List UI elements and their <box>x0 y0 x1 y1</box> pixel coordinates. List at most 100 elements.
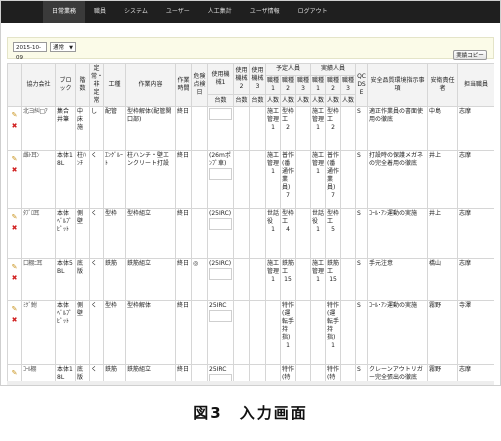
edit-icon[interactable]: ✎ <box>9 155 20 163</box>
actual-job3-cell[interactable] <box>340 300 357 365</box>
planned-job2-cell[interactable]: 型枠工 4 <box>280 208 296 259</box>
actual-job1-cell[interactable]: 施工管理 1 <box>310 150 327 209</box>
actual-job1-cell[interactable]: 施工管理 1 <box>310 106 327 151</box>
row-actions: ✎✖ <box>7 300 22 365</box>
machine1-text: (26mポﾝﾌﾟ車) <box>209 152 231 167</box>
nav-tab-labor[interactable]: 人工集計 <box>199 1 241 23</box>
machine3-cell[interactable] <box>249 150 266 209</box>
planned-job3-cell[interactable] <box>294 208 312 259</box>
planned-job3-cell[interactable] <box>294 150 312 209</box>
safety-cell: 適正作業員の書面使用の徹底 <box>367 106 429 151</box>
planned-job1-cell-job: 施工管理 <box>267 260 280 275</box>
actual-job3-cell[interactable] <box>340 150 357 209</box>
edit-icon[interactable]: ✎ <box>9 305 20 313</box>
machine3-cell[interactable] <box>249 300 266 365</box>
planned-job2-cell[interactable]: 型枠工 2 <box>280 106 296 151</box>
manager-cell-text: 霧野 <box>429 302 442 309</box>
work-time-cell: 終日 <box>175 106 192 151</box>
edit-icon[interactable]: ✎ <box>9 111 20 119</box>
work-type-cell: ｴﾝｸﾞﾙｰﾄ <box>103 150 126 209</box>
work-type-cell-text: 鉄筋 <box>105 260 118 267</box>
actual-job2-cell[interactable]: 普作(番通作業員) 7 <box>325 150 342 209</box>
machine2-cell[interactable] <box>233 208 250 259</box>
mode-select[interactable]: 通常 ▼ <box>50 42 76 52</box>
nav-tab-daily[interactable]: 日常業務 <box>43 1 86 23</box>
actual-job2-cell[interactable]: 型枠工 5 <box>325 208 342 259</box>
nav-tab-userinfo[interactable]: ユーザ情報 <box>241 1 289 23</box>
edit-icon[interactable]: ✎ <box>9 263 20 271</box>
date-field[interactable]: 2015-10-09 <box>13 42 47 61</box>
edit-icon[interactable]: ✎ <box>9 369 20 377</box>
block-cell: 本体ﾍﾞﾙﾌﾟﾋﾟｯﾄ <box>55 208 76 259</box>
nav-tab-staff[interactable]: 職員 <box>85 1 115 23</box>
actual-job2-cell[interactable]: 特作(運転手持指) 1 <box>325 300 342 365</box>
edit-icon[interactable]: ✎ <box>9 213 20 221</box>
planned-job2-cell[interactable]: 鉄筋工 15 <box>280 258 296 301</box>
machine1-count-box[interactable] <box>209 310 232 322</box>
manager-cell: 霧野 <box>427 300 459 365</box>
planned-job3-cell[interactable] <box>294 106 312 151</box>
planned-job1-cell[interactable] <box>265 300 281 365</box>
machine1-cell[interactable]: (26mポﾝﾌﾟ車) <box>207 150 234 209</box>
planned-job1-cell[interactable]: 施工管理 1 <box>265 258 281 301</box>
filter-bar: 2015-10-09 通常 ▼ 実績コピー <box>7 37 494 61</box>
machine3-cell[interactable] <box>249 106 266 151</box>
planned-job3-cell[interactable] <box>294 258 312 301</box>
actual-job1-cell[interactable] <box>310 300 327 365</box>
planned-job2-cell[interactable]: 普作(番通作業員) 7 <box>280 150 296 209</box>
machine1-text: 25IRC <box>209 366 227 373</box>
machine2-cell[interactable] <box>233 150 250 209</box>
delete-icon[interactable]: ✖ <box>9 274 20 282</box>
actual-job2-cell[interactable]: 型枠工 2 <box>325 106 342 151</box>
machine1-cell[interactable]: (25IRC) <box>207 258 234 301</box>
machine1-cell[interactable] <box>207 106 234 151</box>
delete-icon[interactable]: ✖ <box>9 166 20 174</box>
copy-actual-button[interactable]: 実績コピー <box>453 50 487 60</box>
planned-job1-cell[interactable]: 世話役 1 <box>265 208 281 259</box>
machine2-cell[interactable] <box>233 258 250 301</box>
machine2-cell[interactable] <box>233 106 250 151</box>
nav-tab-logout[interactable]: ログアウト <box>289 1 337 23</box>
planned-job2-cell[interactable]: 特作(運転手持指) 1 <box>280 300 296 365</box>
actual-job3-cell[interactable] <box>340 106 357 151</box>
actual-job3-cell[interactable] <box>340 208 357 259</box>
work-type-cell-text: 鉄筋 <box>105 366 118 373</box>
delete-icon[interactable]: ✖ <box>9 316 20 324</box>
machine3-cell[interactable] <box>249 258 266 301</box>
col-p-job3: 職種3 <box>294 74 312 96</box>
machine1-cell[interactable]: 25IRC <box>207 300 234 365</box>
machine1-count-box[interactable] <box>209 168 232 180</box>
content-cell: 柱ハンチ・壁エンクリート打設 <box>125 150 176 209</box>
actual-job3-cell[interactable] <box>340 258 357 301</box>
col-content: 作業内容 <box>125 63 176 107</box>
planned-job3-cell[interactable] <box>294 300 312 365</box>
horizontal-scrollbar[interactable] <box>7 381 494 385</box>
col-danger: 危険点検日 <box>191 63 208 107</box>
actual-job1-cell[interactable]: 施工管理 1 <box>310 258 327 301</box>
delete-icon[interactable]: ✖ <box>9 224 20 232</box>
planned-job1-cell[interactable]: 施工管理 1 <box>265 150 281 209</box>
safety-cell-text: 打設時の保護メガネの完全着用の徹底 <box>369 152 424 167</box>
planned-job1-cell[interactable]: 施工管理 1 <box>265 106 281 151</box>
nav-tab-user[interactable]: ユーザー <box>157 1 199 23</box>
machine1-count-box[interactable] <box>209 268 232 280</box>
actual-job1-cell[interactable]: 世話役 1 <box>310 208 327 259</box>
company-name: ｺｰﾙ棚 <box>23 366 37 373</box>
actual-job1-cell-job: 世話役 <box>312 210 325 225</box>
staff-cell-text: 志摩 <box>459 366 472 373</box>
machine1-cell[interactable]: (25IRC) <box>207 208 234 259</box>
planned-job1-cell-count: 1 <box>271 226 275 233</box>
planned-job2-cell-count: 7 <box>286 192 290 199</box>
machine2-cell[interactable] <box>233 300 250 365</box>
staff-cell: 志摩 <box>457 258 494 301</box>
machine1-count-box[interactable] <box>209 218 232 230</box>
floor-cell: 底版 <box>75 258 90 301</box>
delete-icon[interactable]: ✖ <box>9 122 20 130</box>
block-cell: 本体5BL <box>55 258 76 301</box>
nav-tab-system[interactable]: システム <box>115 1 157 23</box>
machine1-count-box[interactable] <box>209 108 232 120</box>
actual-job2-cell[interactable]: 鉄筋工 15 <box>325 258 342 301</box>
machine3-cell[interactable] <box>249 208 266 259</box>
col-work-type: 工種 <box>103 63 126 107</box>
table-row: ✎ ✖ 北ヨ糾□ｱ 集合井筆 中床施し配管 型枠解体(配管関口部) 終日 施工管理 1 型枠工 2 施… <box>7 106 494 151</box>
